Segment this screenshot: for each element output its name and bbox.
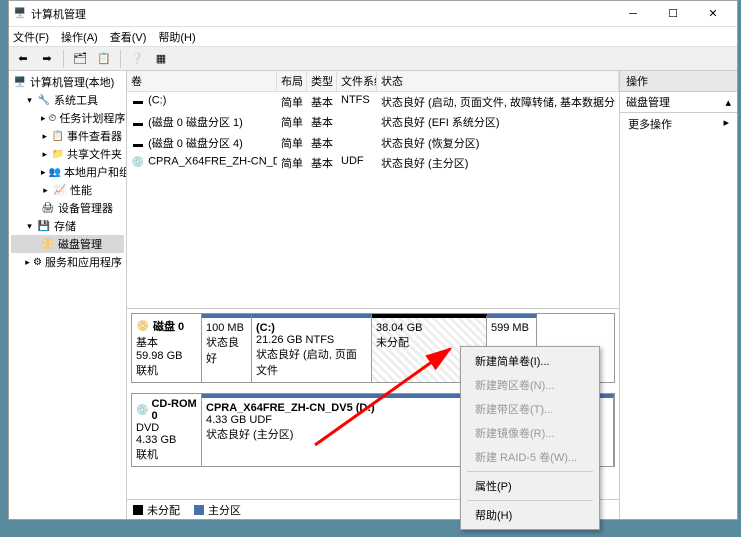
collapse-icon[interactable]: ▾ (25, 222, 34, 231)
col-filesystem[interactable]: 文件系统 (337, 71, 377, 91)
legend-swatch-primary (194, 505, 204, 515)
drive-icon: ▬ (131, 137, 145, 151)
list-icon[interactable]: ▦ (151, 49, 171, 69)
tree-event-viewer[interactable]: ▸📋事件查看器 (11, 127, 124, 145)
separator (63, 50, 64, 68)
menu-new-simple-volume[interactable]: 新建简单卷(I)... (463, 349, 597, 373)
users-icon: 👥 (49, 165, 61, 179)
maximize-button[interactable]: ☐ (653, 2, 693, 26)
menu-file[interactable]: 文件(F) (13, 29, 49, 45)
expand-icon[interactable]: ▸ (25, 258, 30, 267)
disk-0-label[interactable]: 📀磁盘 0 基本 59.98 GB 联机 (132, 314, 202, 382)
services-icon: ⚙ (33, 255, 42, 269)
tree-task-scheduler[interactable]: ▸⏲任务计划程序 (11, 109, 124, 127)
volume-header: 卷 布局 类型 文件系统 状态 (127, 71, 619, 92)
col-layout[interactable]: 布局 (277, 71, 307, 91)
tree-root[interactable]: 🖥️计算机管理(本地) (11, 73, 124, 91)
drive-icon: ▬ (131, 94, 145, 108)
menu-properties[interactable]: 属性(P) (463, 474, 597, 498)
volume-row[interactable]: ▬ (磁盘 0 磁盘分区 4)简单基本状态良好 (恢复分区) (127, 133, 619, 154)
menu-new-spanned-volume: 新建跨区卷(N)... (463, 373, 597, 397)
menu-new-raid5-volume: 新建 RAID-5 卷(W)... (463, 445, 597, 469)
disk-icon: 📀 (136, 319, 150, 333)
minimize-button[interactable]: ─ (613, 2, 653, 26)
volume-row[interactable]: ▬ (C:)简单基本NTFS状态良好 (启动, 页面文件, 故障转储, 基本数据… (127, 92, 619, 112)
scheduler-icon: ⏲ (49, 111, 57, 125)
actions-pane: 操作 磁盘管理▴ 更多操作▸ (620, 71, 737, 519)
window-title: 计算机管理 (27, 6, 613, 22)
menubar: 文件(F) 操作(A) 查看(V) 帮助(H) (9, 27, 737, 47)
col-type[interactable]: 类型 (307, 71, 337, 91)
separator (120, 50, 121, 68)
drive-icon: ▬ (131, 117, 145, 131)
tree-storage[interactable]: ▾💾存储 (11, 217, 124, 235)
menu-separator (467, 500, 593, 501)
disc-icon: 💿 (131, 155, 145, 169)
menu-help[interactable]: 帮助(H) (158, 29, 195, 45)
toolbar: ⬅ ➡ 🗂 📋 ❔ ▦ (9, 47, 737, 71)
cdrom-0-label[interactable]: 💿CD-ROM 0 DVD 4.33 GB 联机 (132, 394, 202, 466)
menu-help[interactable]: 帮助(H) (463, 503, 597, 527)
menu-new-mirrored-volume: 新建镜像卷(R)... (463, 421, 597, 445)
titlebar: 🖥️ 计算机管理 ─ ☐ ✕ (9, 1, 737, 27)
device-icon: 🖨 (41, 201, 55, 215)
storage-icon: 💾 (37, 219, 51, 233)
partition-efi[interactable]: 100 MB 状态良好 (202, 314, 252, 382)
volume-list[interactable]: 卷 布局 类型 文件系统 状态 ▬ (C:)简单基本NTFS状态良好 (启动, … (127, 71, 619, 309)
close-button[interactable]: ✕ (693, 2, 733, 26)
disk-icon: 📀 (41, 237, 55, 251)
expand-icon[interactable]: ▸ (41, 186, 50, 195)
menu-action[interactable]: 操作(A) (61, 29, 98, 45)
tree-pane[interactable]: 🖥️计算机管理(本地) ▾🔧系统工具 ▸⏲任务计划程序 ▸📋事件查看器 ▸📁共享… (9, 71, 127, 519)
collapse-icon[interactable]: ▴ (725, 96, 731, 109)
show-hide-icon[interactable]: 🗂 (70, 49, 90, 69)
tree-local-users[interactable]: ▸👥本地用户和组 (11, 163, 124, 181)
actions-subheader: 磁盘管理▴ (620, 92, 737, 113)
col-volume[interactable]: 卷 (127, 71, 277, 91)
volume-row[interactable]: ▬ (磁盘 0 磁盘分区 1)简单基本状态良好 (EFI 系统分区) (127, 112, 619, 133)
tree-services[interactable]: ▸⚙服务和应用程序 (11, 253, 124, 271)
chevron-right-icon: ▸ (723, 116, 729, 132)
computer-management-window: 🖥️ 计算机管理 ─ ☐ ✕ 文件(F) 操作(A) 查看(V) 帮助(H) ⬅… (8, 0, 738, 520)
tree-system-tools[interactable]: ▾🔧系统工具 (11, 91, 124, 109)
menu-separator (467, 471, 593, 472)
collapse-icon[interactable]: ▾ (25, 96, 34, 105)
context-menu: 新建简单卷(I)... 新建跨区卷(N)... 新建带区卷(T)... 新建镜像… (460, 346, 600, 530)
app-icon: 🖥️ (13, 7, 27, 21)
forward-icon[interactable]: ➡ (37, 49, 57, 69)
tree-device-manager[interactable]: 🖨设备管理器 (11, 199, 124, 217)
actions-header: 操作 (620, 71, 737, 92)
volume-row[interactable]: 💿 CPRA_X64FRE_ZH-CN_DV5 (D:)简单基本UDF状态良好 … (127, 153, 619, 173)
tree-shared-folders[interactable]: ▸📁共享文件夹 (11, 145, 124, 163)
partition-c[interactable]: (C:) 21.26 GB NTFS 状态良好 (启动, 页面文件 (252, 314, 372, 382)
computer-icon: 🖥️ (13, 75, 27, 89)
event-icon: 📋 (52, 129, 64, 143)
col-status[interactable]: 状态 (377, 71, 619, 91)
legend-swatch-unallocated (133, 505, 143, 515)
folder-icon: 📁 (52, 147, 64, 161)
expand-icon[interactable]: ▸ (41, 168, 46, 177)
perf-icon: 📈 (53, 183, 67, 197)
actions-more[interactable]: 更多操作▸ (620, 113, 737, 135)
menu-new-striped-volume: 新建带区卷(T)... (463, 397, 597, 421)
expand-icon[interactable]: ▸ (41, 150, 49, 159)
refresh-icon[interactable]: 📋 (94, 49, 114, 69)
tree-performance[interactable]: ▸📈性能 (11, 181, 124, 199)
expand-icon[interactable]: ▸ (41, 114, 46, 123)
tools-icon: 🔧 (37, 93, 51, 107)
tree-disk-management[interactable]: 📀磁盘管理 (11, 235, 124, 253)
back-icon[interactable]: ⬅ (13, 49, 33, 69)
expand-icon[interactable]: ▸ (41, 132, 49, 141)
disc-icon: 💿 (136, 403, 148, 417)
menu-view[interactable]: 查看(V) (110, 29, 147, 45)
help-icon[interactable]: ❔ (127, 49, 147, 69)
